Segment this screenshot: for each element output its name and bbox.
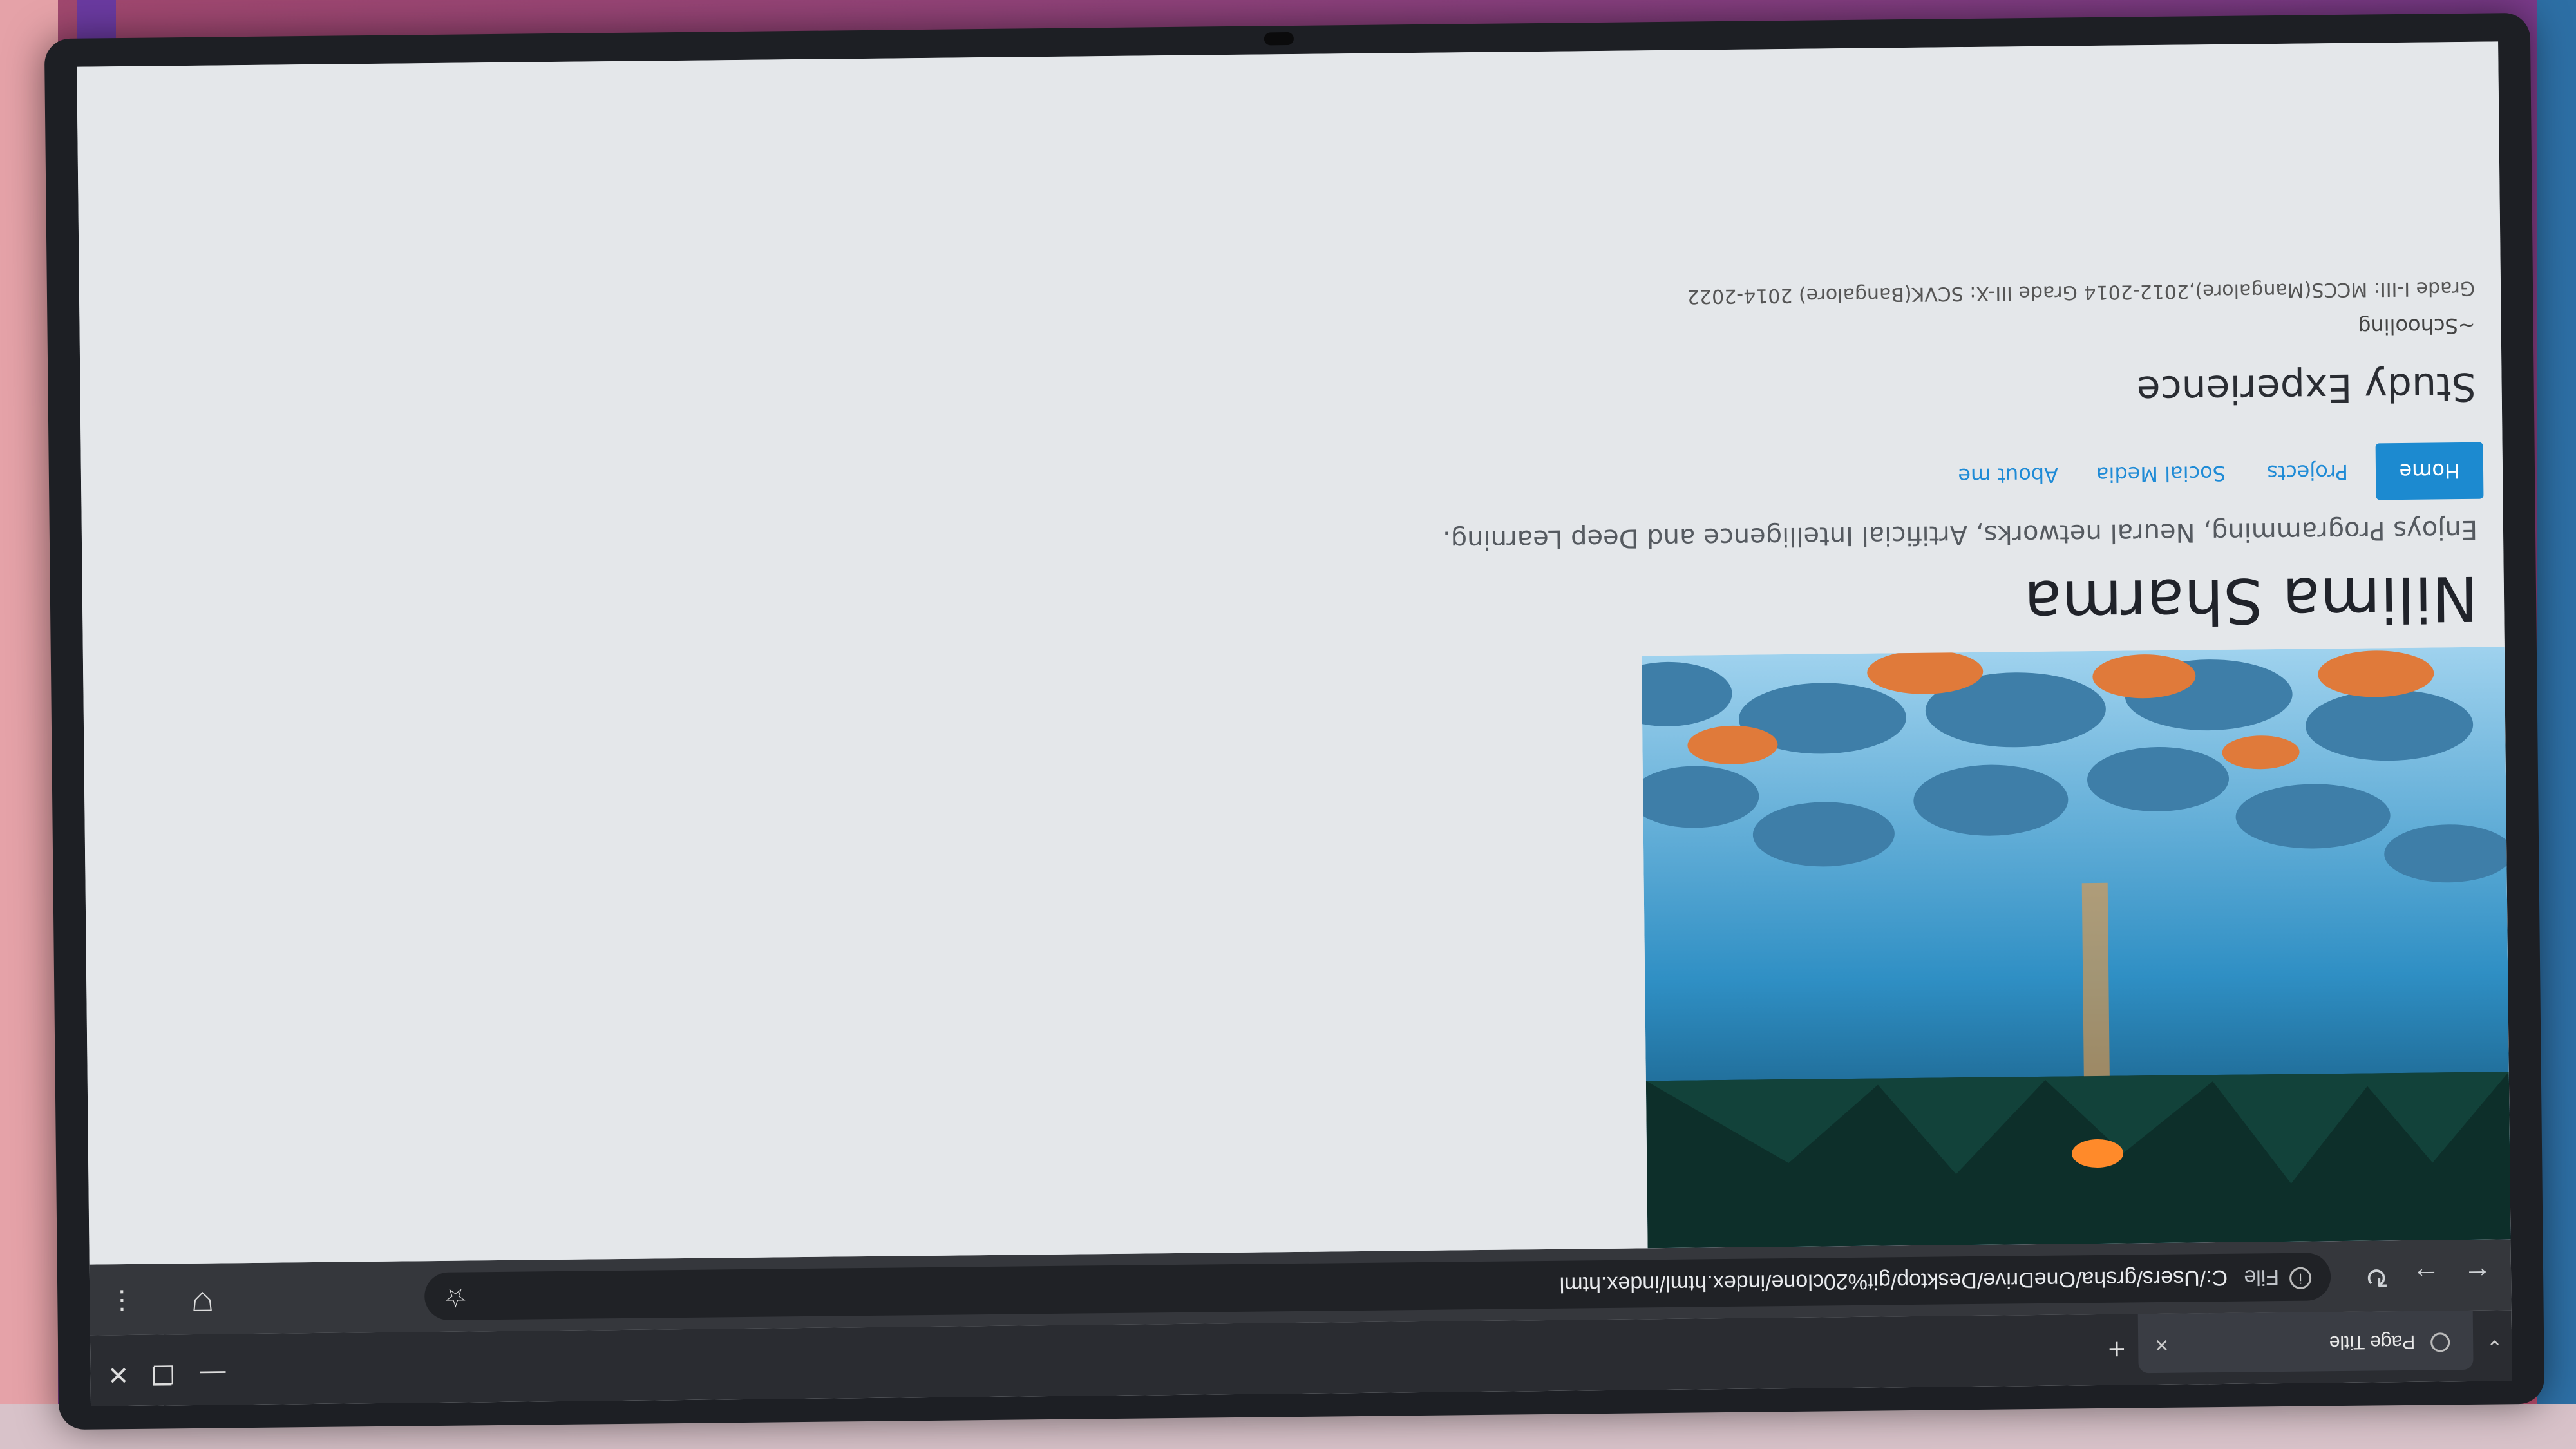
tab-title: Page Title: [2329, 1331, 2416, 1354]
scheme-label: File: [2244, 1265, 2280, 1290]
nav-social-media[interactable]: Social Media: [2096, 445, 2226, 503]
tagline: Enjoys Programming, Neural networks, Art…: [1442, 514, 2478, 555]
browser-tab[interactable]: Page Title ×: [2137, 1310, 2474, 1374]
page-title: Nilima Sharma: [2023, 562, 2479, 639]
extensions-icon[interactable]: ⛉: [193, 1286, 212, 1315]
site-nav: Home Projects Social Media About me: [1958, 442, 2484, 500]
laptop-screen: ⌄ Page Title × + — ❐ ✕ ← → ↻ i File C:/U…: [44, 12, 2545, 1430]
webcam: [1264, 32, 1294, 46]
url-text[interactable]: C:/Users/grsha/OneDrive/Desktop/git%20cl…: [1560, 1265, 2228, 1297]
hero-landscape-image: [1641, 647, 2511, 1249]
minimize-icon[interactable]: —: [200, 1359, 225, 1388]
nav-about-me[interactable]: About me: [1958, 447, 2059, 505]
new-tab-button[interactable]: +: [2108, 1332, 2125, 1367]
tab-close-button[interactable]: ×: [2155, 1332, 2168, 1359]
menu-icon[interactable]: ⋮: [109, 1286, 135, 1316]
restore-icon[interactable]: ❐: [151, 1359, 174, 1388]
back-icon[interactable]: ←: [2463, 1260, 2492, 1293]
address-bar[interactable]: i File C:/Users/grsha/OneDrive/Desktop/g…: [424, 1253, 2331, 1321]
close-icon[interactable]: ✕: [108, 1359, 129, 1389]
globe-icon: [2430, 1332, 2450, 1352]
bookmark-star-icon[interactable]: ☆: [444, 1283, 467, 1312]
schooling-label: ~Schooling: [2357, 313, 2476, 339]
study-experience-heading: Study Experience: [2136, 363, 2477, 413]
forward-icon[interactable]: →: [2412, 1260, 2441, 1293]
web-page: Nilima Sharma Enjoys Programming, Neural…: [77, 41, 2511, 1265]
info-icon[interactable]: i: [2289, 1267, 2312, 1289]
tab-list-icon[interactable]: ⌄: [2486, 1335, 2503, 1358]
laptop-bezel: ⌄ Page Title × + — ❐ ✕ ← → ↻ i File C:/U…: [44, 12, 2545, 1430]
nav-projects[interactable]: Projects: [2266, 444, 2349, 501]
schooling-detail: Grade I-III: MCCS(Mangalore),2012-2014 G…: [1687, 276, 2476, 308]
nav-home[interactable]: Home: [2376, 442, 2484, 500]
reload-icon[interactable]: ↻: [2365, 1260, 2389, 1293]
browser-window: ⌄ Page Title × + — ❐ ✕ ← → ↻ i File C:/U…: [77, 41, 2512, 1406]
